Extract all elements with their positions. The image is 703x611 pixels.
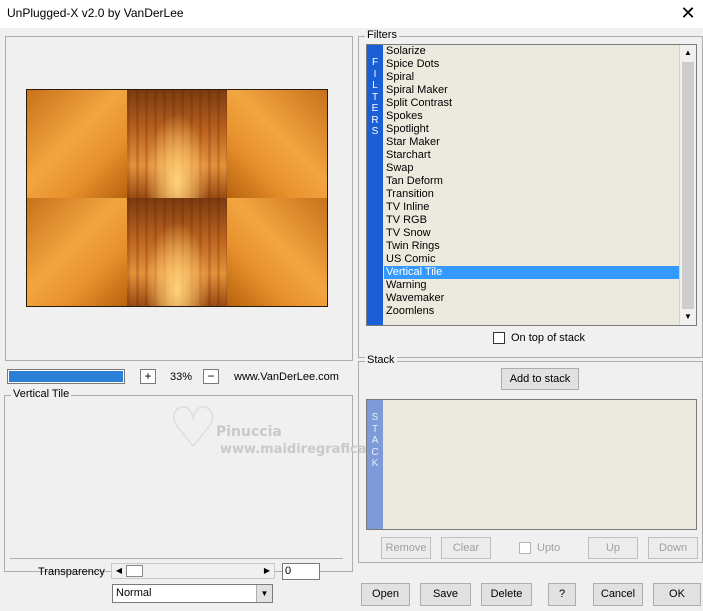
filter-item[interactable]: Solarize <box>384 45 679 58</box>
cancel-button[interactable]: Cancel <box>593 583 643 606</box>
transparency-input[interactable]: 0 <box>282 563 320 580</box>
preview-tile <box>227 90 327 198</box>
dialog-client: + 33% − www.VanDerLee.com Vertical Tile … <box>0 28 703 611</box>
preview-image[interactable] <box>26 89 328 307</box>
strip-letter: E <box>371 103 379 114</box>
filter-item[interactable]: Spice Dots <box>384 58 679 71</box>
filters-group-label: Filters <box>365 29 399 41</box>
zoom-out-button[interactable]: − <box>203 369 219 384</box>
zoom-in-button[interactable]: + <box>140 369 156 384</box>
filter-item[interactable]: TV Inline <box>384 201 679 214</box>
filters-scrollbar[interactable]: ▲ ▼ <box>679 45 696 325</box>
help-button[interactable]: ? <box>548 583 576 606</box>
filters-items: Solarize Spice Dots Spiral Spiral Maker Spli… <box>384 45 679 318</box>
stack-group-label: Stack <box>365 354 397 366</box>
down-button[interactable]: Down <box>648 537 698 559</box>
filters-list[interactable]: FILTERS Solarize Spice Dots Spiral Spiral M… <box>366 44 697 326</box>
filter-item[interactable]: Twin Rings <box>384 240 679 253</box>
clear-button[interactable]: Clear <box>441 537 491 559</box>
strip-letter: I <box>373 68 377 80</box>
strip-letter: F <box>371 57 379 68</box>
strip-letter: T <box>371 91 379 103</box>
filter-item[interactable]: Spotlight <box>384 123 679 136</box>
blend-mode-value: Normal <box>116 587 152 599</box>
delete-button[interactable]: Delete <box>481 583 532 606</box>
filter-item[interactable]: TV RGB <box>384 214 679 227</box>
scroll-thumb[interactable] <box>682 62 694 309</box>
filter-item[interactable]: Vertical Tile <box>384 266 679 279</box>
close-icon[interactable]: ✕ <box>673 0 703 28</box>
filter-item[interactable]: TV Snow <box>384 227 679 240</box>
title-bar: UnPlugged-X v2.0 by VanDerLee ✕ <box>0 0 703 28</box>
slider-thumb[interactable] <box>126 565 143 577</box>
filter-item[interactable]: Starchart <box>384 149 679 162</box>
on-top-checkbox[interactable] <box>493 332 505 344</box>
strip-letter: S <box>371 126 379 137</box>
filter-item[interactable]: Tan Deform <box>384 175 679 188</box>
filter-item[interactable]: Swap <box>384 162 679 175</box>
save-button[interactable]: Save <box>420 583 471 606</box>
on-top-label: On top of stack <box>511 332 585 344</box>
ok-button[interactable]: OK <box>653 583 701 606</box>
chevron-down-icon[interactable]: ▼ <box>256 585 272 602</box>
scroll-right-icon[interactable]: ▶ <box>260 564 274 578</box>
strip-letter: C <box>371 446 379 458</box>
preview-panel <box>5 36 353 361</box>
filters-strip: FILTERS <box>367 45 383 325</box>
progress-bar <box>7 369 125 384</box>
filter-item[interactable]: Split Contrast <box>384 97 679 110</box>
transparency-slider[interactable]: ◀ ▶ <box>111 563 275 579</box>
filter-item[interactable]: Spiral <box>384 71 679 84</box>
strip-letter: S <box>371 412 379 423</box>
stack-strip: STACK <box>367 400 383 529</box>
website-link[interactable]: www.VanDerLee.com <box>234 371 339 383</box>
zoom-level: 33% <box>170 371 193 383</box>
up-button[interactable]: Up <box>588 537 638 559</box>
window-title: UnPlugged-X v2.0 by VanDerLee <box>7 6 184 20</box>
remove-button[interactable]: Remove <box>381 537 431 559</box>
blend-mode-select[interactable]: Normal ▼ <box>112 584 273 603</box>
filter-item[interactable]: Warning <box>384 279 679 292</box>
upto-label: Upto <box>537 542 561 554</box>
filter-item[interactable]: Wavemaker <box>384 292 679 305</box>
filter-item[interactable]: Spiral Maker <box>384 84 679 97</box>
preview-tile <box>127 90 227 198</box>
progress-fill <box>9 371 123 382</box>
scroll-down-icon[interactable]: ▼ <box>681 310 695 324</box>
preview-tile <box>27 90 127 198</box>
transparency-label: Transparency <box>38 566 105 578</box>
upto-checkbox[interactable] <box>519 542 531 554</box>
filter-item[interactable]: US Comic <box>384 253 679 266</box>
strip-letter: L <box>372 80 378 91</box>
strip-letter: A <box>371 435 379 446</box>
divider <box>10 558 343 559</box>
open-button[interactable]: Open <box>361 583 410 606</box>
filter-item[interactable]: Spokes <box>384 110 679 123</box>
filter-item[interactable]: Star Maker <box>384 136 679 149</box>
preview-tile <box>127 198 227 306</box>
strip-letter: K <box>371 458 379 469</box>
strip-letter: R <box>371 114 379 126</box>
add-to-stack-button[interactable]: Add to stack <box>501 368 579 390</box>
preview-tile <box>227 198 327 306</box>
scroll-up-icon[interactable]: ▲ <box>681 46 695 60</box>
params-group: Vertical Tile <box>4 388 353 572</box>
filter-item[interactable]: Zoomlens <box>384 305 679 318</box>
params-group-label: Vertical Tile <box>11 388 72 400</box>
filter-item[interactable]: Transition <box>384 188 679 201</box>
scroll-left-icon[interactable]: ◀ <box>112 564 126 578</box>
stack-list[interactable]: STACK <box>366 399 697 530</box>
preview-tile <box>27 198 127 306</box>
strip-letter: T <box>371 423 379 435</box>
